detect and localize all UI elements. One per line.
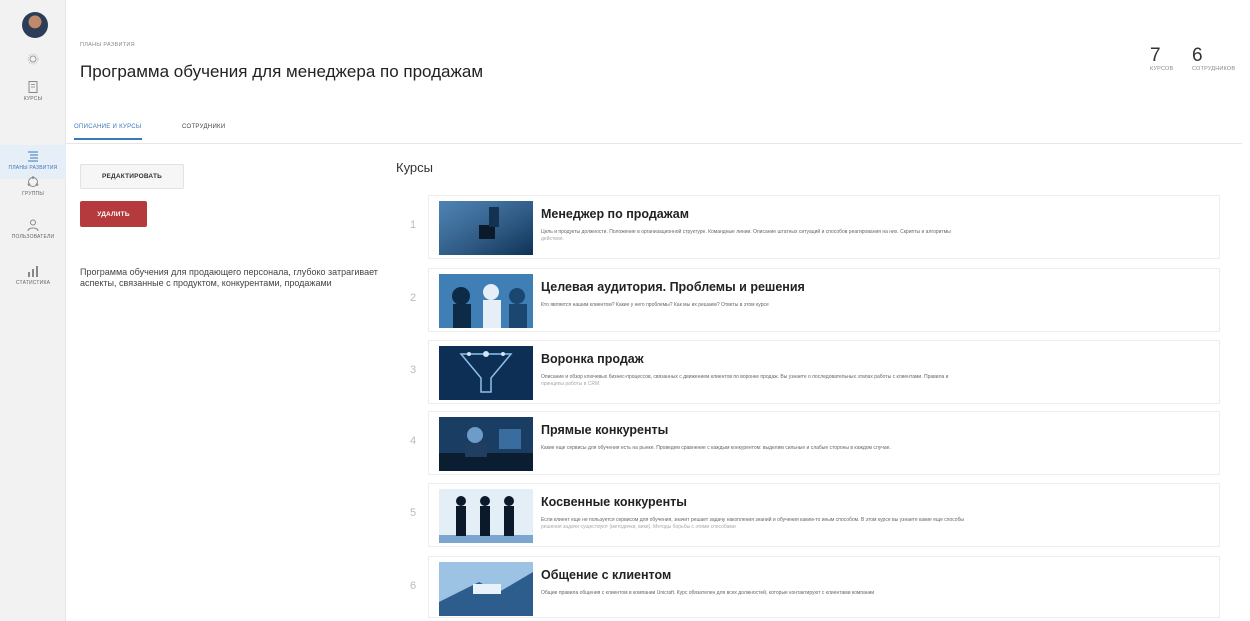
course-title: Целевая аудитория. Проблемы и решения [541,280,805,294]
groups-icon [27,176,39,187]
sidebar-item-label: ГРУППЫ [22,191,44,197]
course-description-line: Если клиент еще не пользуется сервисом д… [541,517,965,523]
course-list-item: 5 Косвенные конкуренты Если клиент еще н… [404,483,1220,547]
course-index: 6 [410,580,417,592]
stat-value: 7 [1150,45,1161,66]
course-description: Кто является нашим клиентом? Какие у нег… [541,302,1209,309]
sidebar-item-development-plans[interactable]: ПЛАНЫ РАЗВИТИЯ [0,145,66,179]
course-index: 4 [410,435,417,447]
sidebar: КУРСЫ ПЛАНЫ РАЗВИТИЯ ГРУППЫ ПОЛЬЗОВАТЕЛИ… [0,0,66,621]
avatar[interactable] [22,12,48,38]
statistics-icon [28,266,38,277]
course-description-line: принципы работы в CRM. [541,381,601,387]
course-description: Описание и обзор ключевых бизнес-процесс… [541,374,1209,388]
course-card[interactable]: Общение с клиентом Общие правила общения… [428,556,1220,618]
users-icon [27,219,39,232]
employees-count-stat: 6 СОТРУДНИКОВ [1192,45,1236,73]
course-title: Воронка продаж [541,352,644,366]
course-list-item: 2 Целевая аудитория. Проблемы и решения … [404,268,1220,332]
course-thumbnail [439,562,533,616]
development-plan-icon [28,151,38,162]
tab-bar: ОПИСАНИЕ И КУРСЫ СОТРУДНИКИ [66,116,1242,144]
course-description-line: Какие еще сервисы для обучения есть на р… [541,445,891,451]
course-index: 2 [410,292,417,304]
course-list-item: 3 Воронка продаж Описание и обзор ключев… [404,340,1220,404]
sidebar-item-groups[interactable]: ГРУППЫ [0,175,66,197]
course-card[interactable]: Воронка продаж Описание и обзор ключевых… [428,340,1220,404]
course-title: Менеджер по продажам [541,207,689,221]
stat-caption: СОТРУДНИКОВ [1192,66,1236,72]
course-index: 5 [410,507,417,519]
sidebar-item-label: КУРСЫ [23,96,43,102]
plan-description: Программа обучения для продающего персон… [80,267,378,288]
course-title: Общение с клиентом [541,568,672,582]
course-card[interactable]: Целевая аудитория. Проблемы и решения Кт… [428,268,1220,332]
course-title: Косвенные конкуренты [541,495,687,509]
courses-count-stat: 7 КУРСОВ [1150,45,1174,73]
course-card[interactable]: Прямые конкуренты Какие еще сервисы для … [428,411,1220,475]
course-description-line: Общие правила общения с клиентом в компа… [541,590,875,596]
stat-value: 6 [1192,45,1203,66]
course-title: Прямые конкуренты [541,423,669,437]
course-card[interactable]: Косвенные конкуренты Если клиент еще не … [428,483,1220,547]
course-description-line: Описание и обзор ключевых бизнес-процесс… [541,374,949,380]
course-index: 1 [410,219,417,231]
gear-icon [27,53,39,65]
course-list-item: 6 Общение с клиентом Общие правила общен… [404,556,1220,618]
sidebar-item-settings[interactable] [0,52,66,66]
edit-button[interactable]: РЕДАКТИРОВАТЬ [80,164,184,189]
course-thumbnail [439,417,533,471]
sidebar-item-courses[interactable]: КУРСЫ [0,80,66,102]
course-list-item: 4 Прямые конкуренты Какие еще сервисы дл… [404,411,1220,475]
course-description-line: Цель и продукты должности. Положение в о… [541,229,951,235]
sidebar-item-users[interactable]: ПОЛЬЗОВАТЕЛИ [0,218,66,240]
course-index: 3 [410,364,417,376]
course-description: Какие еще сервисы для обучения есть на р… [541,445,1209,452]
tab-description-and-courses[interactable]: ОПИСАНИЕ И КУРСЫ [74,124,142,140]
tab-employees[interactable]: СОТРУДНИКИ [182,124,225,138]
stat-caption: КУРСОВ [1150,66,1174,72]
courses-heading: Курсы [396,160,434,175]
course-book-icon [28,81,38,93]
page-title: Программа обучения для менеджера по прод… [80,62,484,81]
sidebar-item-statistics[interactable]: СТАТИСТИКА [0,264,66,286]
course-description-line: действия. [541,236,564,242]
course-card[interactable]: Менеджер по продажам Цель и продукты дол… [428,195,1220,259]
course-thumbnail [439,489,533,543]
course-description: Общие правила общения с клиентом в компа… [541,590,1209,597]
course-thumbnail [439,201,533,255]
course-description: Цель и продукты должности. Положение в о… [541,229,1209,243]
course-list-item: 1 Менеджер по продажам Цель и продукты д… [404,195,1220,259]
breadcrumb[interactable]: ПЛАНЫ РАЗВИТИЯ [80,42,135,48]
course-thumbnail [439,346,533,400]
course-thumbnail [439,274,533,328]
course-description-line: Кто является нашим клиентом? Какие у нег… [541,302,769,308]
sidebar-item-label: СТАТИСТИКА [15,280,51,286]
sidebar-item-label: ПОЛЬЗОВАТЕЛИ [11,234,55,240]
course-description: Если клиент еще не пользуется сервисом д… [541,517,1209,531]
sidebar-item-label: ПЛАНЫ РАЗВИТИЯ [8,165,58,171]
course-description-line: решения задачи существуют (методички, ви… [541,524,736,530]
delete-button[interactable]: УДАЛИТЬ [80,201,147,227]
